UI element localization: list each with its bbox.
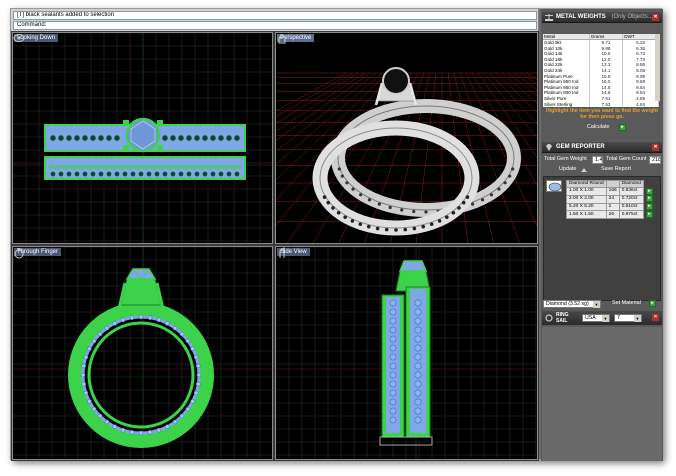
table-scrollbar[interactable] (655, 34, 660, 101)
front-view-render (13, 247, 272, 459)
metal-weights-subtitle: (Only Objects... (611, 14, 653, 20)
total-gem-count-label: Total Gem Count (606, 156, 647, 162)
column-header: Diamond Round (566, 180, 607, 188)
table-row[interactable]: 1.00 X 1.00 166 0.836ct ▸ (566, 187, 656, 196)
ring-size-label: RING SAIL (556, 312, 569, 324)
command-history: [T] black sealants added to selection (13, 11, 537, 20)
metal-weights-title: METAL WEIGHTS (556, 14, 606, 20)
table-cell: 7.53 (589, 101, 624, 107)
table-cell: 26 (605, 210, 620, 220)
table-cell: 1.00 X 1.00 (566, 187, 607, 196)
gem-reporter-title: GEM REPORTER (556, 144, 605, 150)
table-cell: Silver Sterling (543, 101, 590, 107)
chevron-down-icon: ▼ (602, 315, 609, 322)
side-panel: METAL WEIGHTS (Only Objects... ✕ Metal G… (541, 9, 663, 461)
total-gem-weight-value: 1.42 (592, 156, 603, 164)
row-go-cell: ▸ (643, 203, 655, 211)
view-cube-icon[interactable] (276, 247, 288, 259)
table-cell: 0.975ct (618, 210, 644, 220)
ring-size-select[interactable]: 7 ▼ (614, 314, 642, 322)
metal-weights-note: Highlight the item you want to find the … (545, 108, 659, 120)
set-material-go-button[interactable]: ▸ (649, 300, 656, 307)
table-row[interactable]: 2.00 X 2.00 24 0.720ct ▸ (566, 194, 656, 204)
viewport-perspective[interactable]: Perspective (275, 32, 538, 244)
viewport-through-finger[interactable]: Through Finger (12, 246, 273, 460)
table-cell: 1.50 X 1.50 (566, 210, 607, 220)
table-cell: 0.720ct (618, 194, 644, 204)
material-select[interactable]: Diamond (3.52 sg) ▼ (543, 300, 601, 308)
save-report-button[interactable]: Save Report (601, 166, 631, 173)
table-cell: 0.510ct (618, 202, 644, 212)
ring-size-label-line2: SAIL (556, 318, 568, 324)
calculate-go-button[interactable]: ▸ (619, 124, 626, 131)
chevron-down-icon: ▼ (634, 315, 641, 322)
total-gem-weight-label: Total Gem Weight (544, 156, 587, 162)
view-cube-icon[interactable] (276, 33, 288, 45)
table-row[interactable]: 5.20 X 5.20 1 0.510ct ▸ (566, 202, 656, 212)
ring-region-select[interactable]: USA ▼ (582, 314, 610, 322)
gem-reporter-header[interactable]: GEM REPORTER ✕ (542, 142, 662, 153)
select-gem-button[interactable]: ▸ (645, 195, 653, 203)
total-gem-count-value: 218 (649, 156, 661, 164)
metal-weights-table: Metal Grams DWT Gold 9kt 9.71 6.22 Gold 10k… (543, 34, 659, 107)
material-select-value: Diamond (3.52 sg) (546, 301, 589, 307)
table-header-row: Diamond Round Diamond (566, 180, 656, 188)
table-cell: 166 (605, 187, 620, 196)
view-cube-icon[interactable] (13, 33, 25, 43)
ring-icon (545, 314, 553, 322)
perspective-render (276, 67, 537, 243)
viewport-side-view[interactable]: Side View (275, 246, 538, 460)
gem-list-panel: Diamond Round Diamond 1.00 X 1.00 166 0.83… (543, 176, 661, 301)
select-gem-button[interactable]: ▸ (645, 187, 653, 195)
gem-icon (546, 144, 552, 151)
table-cell: 2.00 X 2.00 (566, 194, 607, 204)
chevron-down-icon: ▼ (593, 301, 600, 308)
view-cube-icon[interactable] (13, 247, 25, 259)
table-cell: 1 (605, 202, 620, 212)
set-material-label: Set Material (612, 300, 641, 306)
metal-weights-header[interactable]: METAL WEIGHTS (Only Objects... ✕ (542, 12, 662, 23)
update-button[interactable]: Update (559, 166, 576, 173)
viewport-looking-down[interactable]: Looking Down (12, 32, 273, 244)
command-input[interactable]: Command: (13, 21, 537, 30)
table-cell: 0.836ct (618, 187, 644, 196)
close-icon[interactable]: ✕ (652, 144, 659, 151)
ring-size-bar: RING SAIL USA ▼ 7 ▼ ✕ (542, 311, 662, 325)
diamond-icon (548, 182, 562, 192)
row-go-cell: ▸ (643, 195, 655, 203)
side-view-render (276, 247, 537, 459)
ring-region-value: USA (585, 315, 596, 321)
chevron-up-icon[interactable] (581, 167, 587, 173)
select-gem-button[interactable]: ▸ (645, 203, 653, 211)
top-view-render (13, 33, 272, 243)
ring-size-value: 7 (617, 315, 620, 321)
table-row[interactable]: Silver Sterling 7.53 4.84 (543, 101, 659, 107)
panel-empty-area (542, 327, 662, 461)
table-row[interactable]: 1.50 X 1.50 26 0.975ct ▸ (566, 210, 656, 220)
scale-icon (545, 14, 553, 21)
gem-table: Diamond Round Diamond 1.00 X 1.00 166 0.83… (566, 180, 656, 220)
column-header (605, 180, 620, 188)
gem-thumbnail (546, 180, 562, 192)
viewport-grid: Looking Down Perspective Through Finger … (11, 31, 539, 461)
close-icon[interactable]: ✕ (652, 14, 659, 21)
select-gem-button[interactable]: ▸ (645, 210, 653, 218)
app-window: [T] black sealants added to selection Co… (10, 8, 663, 461)
row-go-cell: ▸ (643, 187, 655, 196)
row-go-cell: ▸ (643, 210, 655, 219)
command-area: [T] black sealants added to selection Co… (11, 9, 539, 31)
column-header: Diamond (618, 180, 644, 188)
table-cell: 4.84 (622, 101, 659, 107)
table-cell: 5.20 X 5.20 (566, 202, 607, 212)
table-cell: 24 (605, 194, 620, 204)
calculate-label: Calculate (587, 124, 610, 130)
close-icon[interactable]: ✕ (652, 314, 659, 321)
